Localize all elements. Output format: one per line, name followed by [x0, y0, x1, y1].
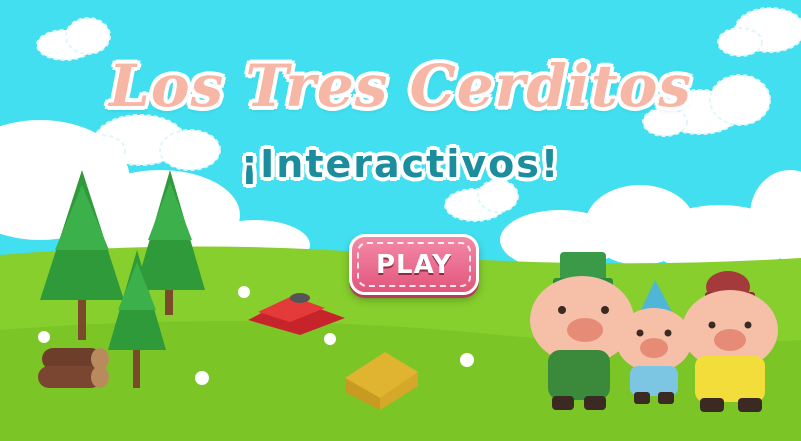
title-screen: Los Tres Cerditos ¡Interactivos! PLAY [0, 0, 801, 441]
play-button[interactable]: PLAY [349, 234, 479, 295]
game-subtitle: ¡Interactivos! [240, 142, 561, 186]
log-pile [38, 348, 109, 388]
play-button-label: PLAY [375, 249, 453, 280]
game-title: Los Tres Cerditos [109, 52, 692, 120]
